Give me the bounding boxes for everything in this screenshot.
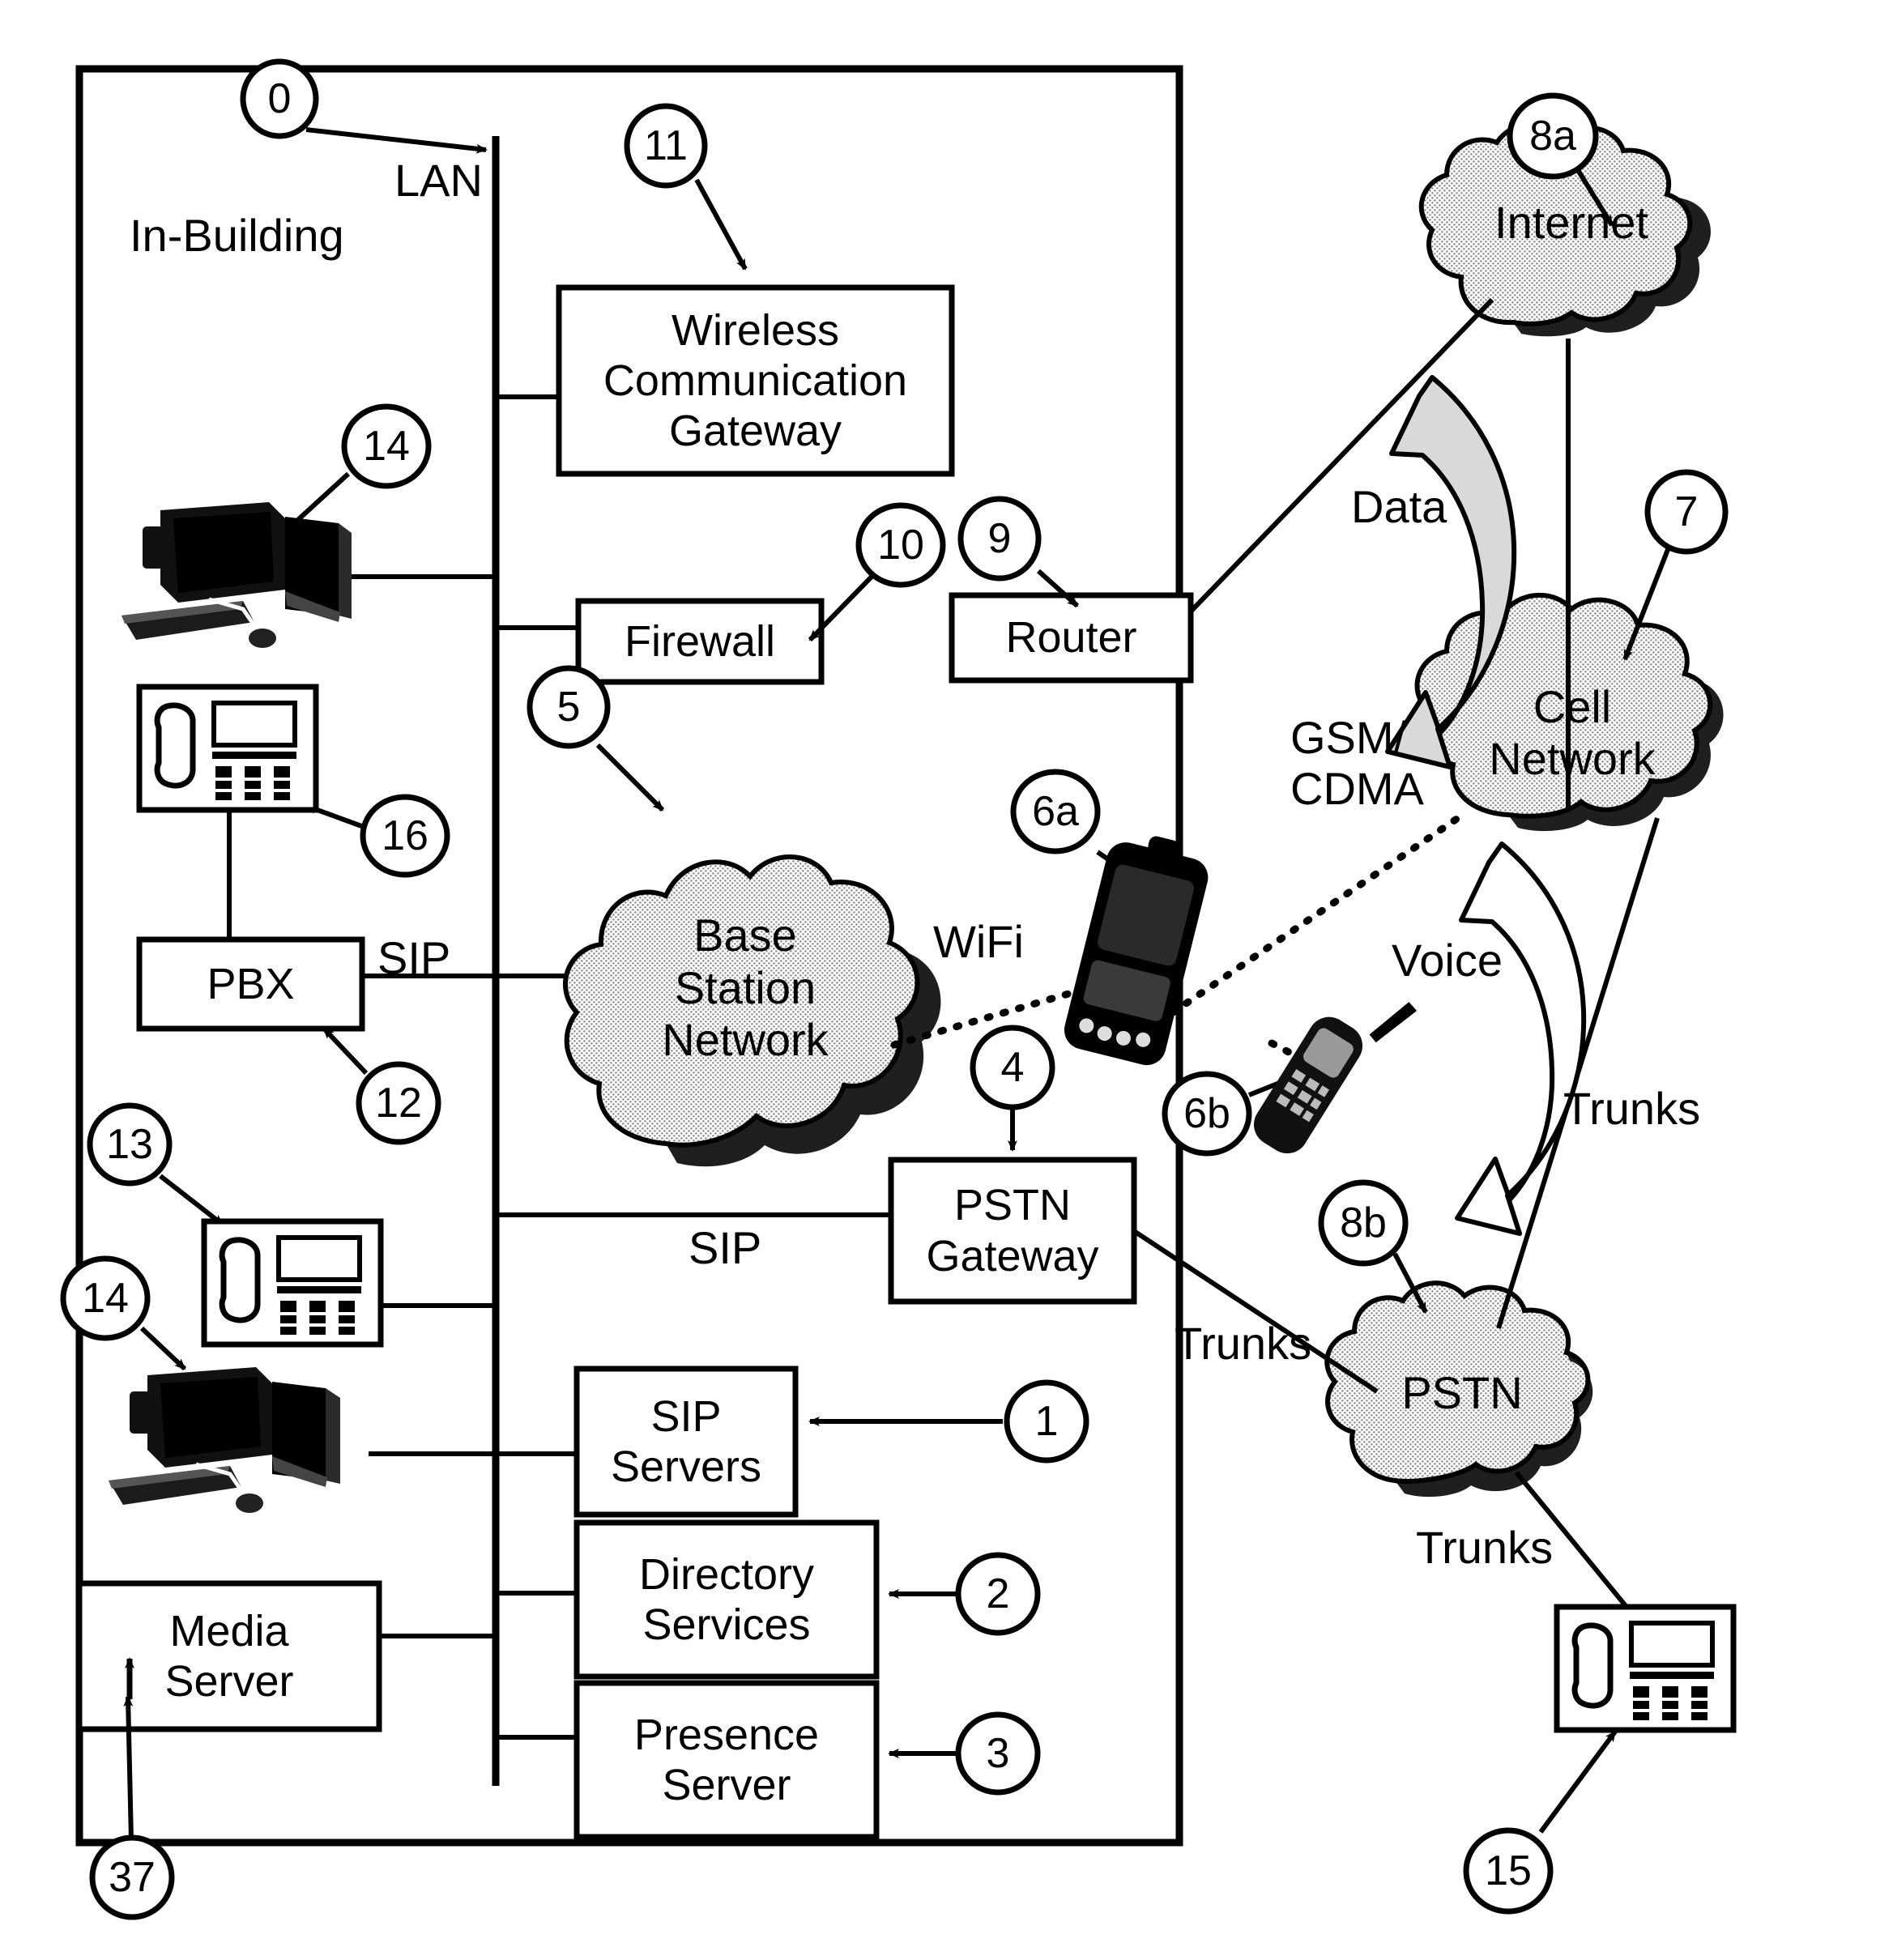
ref-label-1: 1 xyxy=(1034,1398,1059,1445)
ref-label-7: 7 xyxy=(1674,488,1699,535)
gsm-cdma-label: GSM/ CDMA xyxy=(1290,712,1424,814)
ref-label-9: 9 xyxy=(987,515,1012,562)
ref-label-16: 16 xyxy=(382,812,428,859)
sip-gateway-label: SIP xyxy=(689,1222,762,1273)
ref-label-2: 2 xyxy=(986,1570,1010,1617)
ref-label-6b: 6b xyxy=(1183,1090,1230,1137)
data-label: Data xyxy=(1351,481,1447,532)
firewall-label: Firewall xyxy=(624,616,776,666)
ref-label-8a: 8a xyxy=(1529,113,1576,160)
ref-label-10: 10 xyxy=(877,522,924,569)
cell-network-label: Cell Network xyxy=(1489,680,1656,784)
figure-canvas: In-Building LAN SIP SIP WiFi GSM/ CDMA D… xyxy=(0,0,1893,1960)
ref-label-12: 12 xyxy=(375,1080,422,1127)
ip-phone-icon-top xyxy=(136,684,319,813)
media-server-label: Media Server xyxy=(164,1606,294,1706)
voice-label: Voice xyxy=(1392,935,1503,986)
ref-label-14-top: 14 xyxy=(363,423,410,470)
pbx-label: PBX xyxy=(207,959,295,1008)
sip-pbx-label: SIP xyxy=(377,932,451,983)
ref-label-11: 11 xyxy=(644,122,688,169)
ref-label-6a: 6a xyxy=(1032,788,1079,835)
smartphone-pda-icon xyxy=(1064,836,1209,1066)
ref-label-5: 5 xyxy=(556,684,581,731)
pstn-gateway-label: PSTN Gateway xyxy=(926,1181,1099,1280)
wifi-label: WiFi xyxy=(933,916,1024,967)
directory-services-label: Directory Services xyxy=(638,1549,815,1649)
in-building-label: In-Building xyxy=(130,210,344,261)
ip-phone-icon-bottom xyxy=(201,1218,384,1348)
trunks-cell-label: Trunks xyxy=(1563,1083,1701,1134)
ip-phone-icon-pstn xyxy=(1554,1604,1737,1733)
ref-label-0: 0 xyxy=(267,75,292,122)
ref-label-14-bottom: 14 xyxy=(82,1275,129,1322)
router-label: Router xyxy=(1005,613,1137,663)
desktop-computer-icon-top xyxy=(122,502,352,648)
voice-curved-arrow xyxy=(1455,842,1587,1236)
lan-label: LAN xyxy=(394,155,483,206)
sip-servers-label: SIP Servers xyxy=(610,1391,762,1491)
desktop-computer-icon-bottom xyxy=(109,1367,340,1513)
base-station-network-label: Base Station Network xyxy=(662,910,829,1066)
ref-label-4: 4 xyxy=(1000,1044,1025,1091)
wireless-gateway-label: Wireless Communication Gateway xyxy=(603,305,908,456)
internet-label: Internet xyxy=(1494,196,1648,248)
ref-label-13: 13 xyxy=(106,1121,153,1168)
ref-label-3: 3 xyxy=(986,1730,1010,1777)
trunks-gateway-label: Trunks xyxy=(1175,1318,1312,1369)
ref-label-37: 37 xyxy=(109,1854,156,1901)
pstn-label: PSTN xyxy=(1401,1366,1523,1418)
ref-label-8b: 8b xyxy=(1340,1199,1387,1246)
cell-phone-icon xyxy=(1254,1002,1418,1154)
presence-server-label: Presence Server xyxy=(633,1710,820,1809)
ref-label-15: 15 xyxy=(1485,1847,1532,1894)
trunks-phone-label: Trunks xyxy=(1416,1522,1554,1573)
